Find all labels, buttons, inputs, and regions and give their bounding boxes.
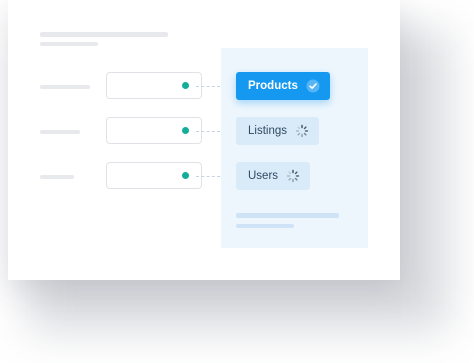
- source-field[interactable]: [106, 72, 202, 99]
- source-field[interactable]: [106, 162, 202, 189]
- check-circle-icon: [306, 79, 320, 93]
- chip-label: Products: [248, 80, 298, 92]
- spinner-icon: [295, 124, 309, 138]
- subtitle-placeholder: [40, 42, 98, 46]
- row-label-placeholder: [40, 175, 74, 179]
- row-label-placeholder: [40, 85, 90, 89]
- target-chip-listings[interactable]: Listings: [236, 117, 319, 145]
- panel-footer-placeholder: [236, 224, 294, 228]
- target-chip-products[interactable]: Products: [236, 72, 330, 100]
- spinner-icon: [286, 169, 300, 183]
- connector-dot: [182, 82, 189, 89]
- target-chip-users[interactable]: Users: [236, 162, 311, 190]
- panel-footer-placeholder: [236, 213, 339, 218]
- illustration-stage: Products Listings Users: [0, 0, 474, 363]
- chip-label: Users: [248, 170, 279, 182]
- source-field[interactable]: [106, 117, 202, 144]
- connector-dot: [182, 172, 189, 179]
- connector-dot: [182, 127, 189, 134]
- title-placeholder: [40, 32, 168, 37]
- sync-card: Products Listings Users: [8, 0, 400, 280]
- chip-label: Listings: [248, 125, 287, 137]
- row-label-placeholder: [40, 130, 80, 134]
